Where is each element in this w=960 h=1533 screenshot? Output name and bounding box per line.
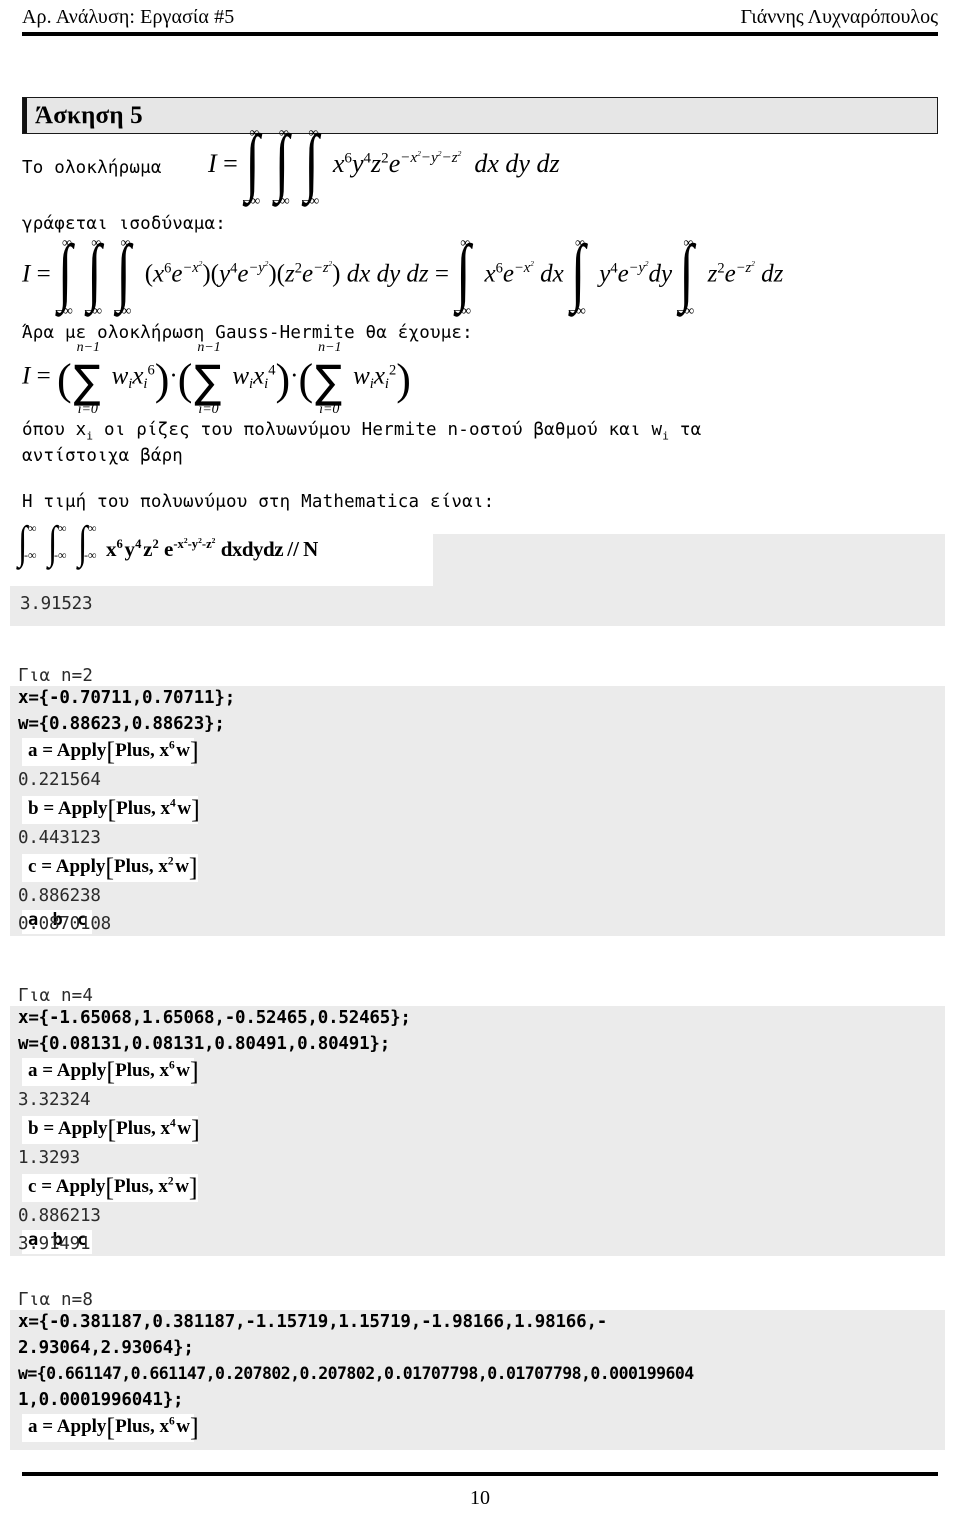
var-a-n4: a [28,1060,38,1081]
where-line-2: αντίστοιχα βάρη [22,446,184,466]
label-n4: Για n=4 [18,986,94,1006]
result-c-n2: 0.886238 [18,886,101,906]
w-values-n8-line2: 1,0.0001996041}; [18,1390,184,1410]
fn-apply-a-n4: Apply [56,1060,107,1081]
x-values-n8-line2: 2.93064,2.93064}; [18,1338,194,1358]
where-line-1b: οι ρίζες του πολυωνύμου Hermite n-οστού … [93,420,663,440]
exp-b-n4: 4 [170,1117,176,1130]
label-n8: Για n=8 [18,1290,94,1310]
x-values-n8-line1: x={-0.381187,0.381187,-1.15719,1.15719,-… [18,1312,608,1332]
var-b-n4: b [28,1118,39,1139]
tail-a-n2: w [176,740,190,761]
mathematica-input-first[interactable]: ∞ ∫ -∞ ∞ ∫ -∞ ∞ ∫ -∞ x6 y4 z2 e-x2-y2-z2 dxdydz /… [10,518,433,586]
equation-factored-integral: I = ∞ ∫ −∞ ∞ ∫ −∞ ∞ ∫ −∞ (x6e−x2)(y4e−y2)(z2e−… [22,231,784,319]
var-b-n2: b [28,798,39,819]
arg-b-n4: Plus, x [116,1118,171,1139]
arg-a-n2: Plus, x [115,740,169,761]
apply-input-c-n4[interactable]: c = Apply[Plus, x2 w] [22,1174,198,1202]
tail-c-n2: w [175,856,189,877]
exp-a-n8: 6 [168,1415,175,1428]
x-values-n2: x={-0.70711,0.70711}; [18,688,236,708]
where-line-1c: τα [669,420,702,440]
mathematica-cell-n2[interactable]: x={-0.70711,0.70711}; w={0.88623,0.88623… [10,686,945,936]
header-divider [22,32,938,36]
mathematica-intro-text: Η τιμή του πολυωνύμου στη Mathematica εί… [22,492,495,512]
tail-b-n4: w [177,1118,192,1139]
tail-c-n4: w [175,1176,189,1197]
apply-input-a-n2[interactable]: a = Apply[Plus, x6 w] [22,738,199,766]
arg-c-n4: Plus, x [114,1176,168,1197]
fn-apply-c-n4: Apply [55,1176,106,1197]
arg-c-n2: Plus, x [114,856,168,877]
page-title: Άσκηση 5 [35,102,143,129]
fn-apply-c-n2: Apply [55,856,106,877]
equation-triple-integral: I = ∞ ∫ −∞ ∞ ∫ −∞ ∞ ∫ −∞ x6y4z2e−x2−y2−z2 dx d… [208,121,560,209]
tail-a-n8: w [176,1416,190,1437]
page-number: 10 [470,1487,490,1509]
apply-input-a-n4[interactable]: a = Apply[Plus, x6 w] [22,1058,199,1086]
exp-a-n4: 6 [168,1059,175,1072]
var-a-n8: a [28,1416,38,1437]
mathematica-output-first: 3.91523 [20,594,93,614]
exp-b-n2: 4 [170,797,176,810]
result-a-n2: 0.221564 [18,770,101,790]
result-c-n4: 0.886213 [18,1206,101,1226]
mathematica-cell-n8[interactable]: x={-0.381187,0.381187,-1.15719,1.15719,-… [10,1310,945,1450]
where-line-1a: όπου x [22,420,87,440]
header-left-title: Αρ. Ανάλυση: Εργασία #5 [22,6,235,28]
w-values-n4: w={0.08131,0.08131,0.80491,0.80491}; [18,1034,391,1054]
w-values-n2: w={0.88623,0.88623}; [18,714,225,734]
fn-apply-b-n4: Apply [57,1118,108,1139]
w-values-n8-line1: w={0.661147,0.661147,0.207802,0.207802,0… [18,1364,694,1383]
arg-a-n4: Plus, x [115,1060,169,1081]
tail-a-n4: w [176,1060,190,1081]
product-result-n2: 0.0870108 [18,914,112,934]
header-author-name: Γιάννης Λυχναρόπουλος [740,6,938,28]
result-a-n4: 3.32324 [18,1090,91,1110]
apply-input-b-n2[interactable]: b = Apply[Plus, x4 w] [22,796,200,824]
where-line-1: όπου xi οι ρίζες του πολυωνύμου Hermite … [22,420,702,443]
fn-apply-a-n8: Apply [56,1416,107,1437]
label-n2: Για n=2 [18,666,94,686]
product-result-n4: 3.91491 [18,1234,91,1254]
apply-input-a-n8[interactable]: a = Apply[Plus, x6 w] [22,1414,199,1442]
intro-text: Το ολοκλήρωμα [22,158,162,178]
page-header: Αρ. Ανάλυση: Εργασία #5 Γιάννης Λυχναρόπ… [22,6,938,44]
fn-apply-b-n2: Apply [57,798,108,819]
exp-a-n2: 6 [168,739,175,752]
exp-c-n4: 2 [167,1175,174,1188]
x-values-n4: x={-1.65068,1.65068,-0.52465,0.52465}; [18,1008,411,1028]
section-accent-bar [23,98,27,133]
var-c-n4: c [28,1176,37,1197]
section-title-box: Άσκηση 5 [22,97,938,134]
mathematica-integral-expression: ∞ ∫ -∞ ∞ ∫ -∞ ∞ ∫ -∞ x6 y4 z2 e-x2-y2-z2 dxdydz /… [18,518,319,569]
tail-b-n2: w [177,798,192,819]
result-b-n2: 0.443123 [18,828,101,848]
equation-gauss-hermite-sums: I = (n−1 ∑ i=0 wixi6)·(n−1 ∑ i=0 wixi4)·(n−1 ∑ i… [22,340,411,417]
mathematica-cell-first[interactable]: ∞ ∫ -∞ ∞ ∫ -∞ ∞ ∫ -∞ x6 y4 z2 e-x2-y2-z2 dxdydz /… [10,518,945,626]
var-a-n2: a [28,740,38,761]
apply-input-b-n4[interactable]: b = Apply[Plus, x4 w] [22,1116,200,1144]
arg-a-n8: Plus, x [115,1416,169,1437]
mathematica-cell-n4[interactable]: x={-1.65068,1.65068,-0.52465,0.52465}; w… [10,1006,945,1256]
result-b-n4: 1.3293 [18,1148,81,1168]
arg-b-n2: Plus, x [116,798,171,819]
exp-c-n2: 2 [167,855,174,868]
var-c-n2: c [28,856,37,877]
footer-divider [22,1472,938,1476]
fn-apply-a-n2: Apply [56,740,107,761]
apply-input-c-n2[interactable]: c = Apply[Plus, x2 w] [22,854,198,882]
